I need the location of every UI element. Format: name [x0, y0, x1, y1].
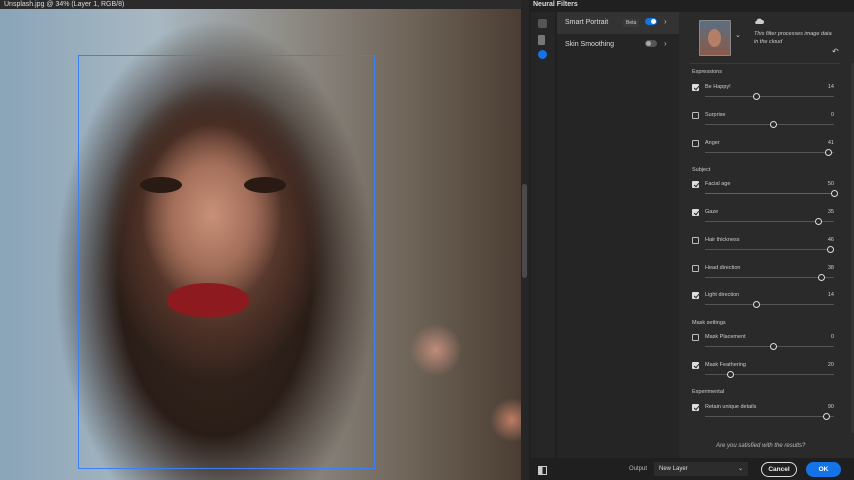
slider-row: Retain unique details 90: [692, 404, 834, 432]
slider-value: 14: [827, 84, 834, 90]
slider-row: Facial age 50: [692, 181, 838, 209]
document-title: Unsplash.jpg @ 34% (Layer 1, RGB/8): [0, 0, 521, 9]
slider-checkbox[interactable]: [692, 362, 699, 369]
chevron-down-icon[interactable]: ⌄: [735, 31, 741, 39]
slider-row: Gaze 35: [692, 209, 834, 237]
slider-track[interactable]: [705, 374, 834, 375]
slider-track[interactable]: [705, 249, 834, 250]
slider-checkbox[interactable]: [692, 84, 699, 91]
satisfaction-prompt[interactable]: Are you satisfied with the results?: [716, 443, 805, 449]
filter-item-skin-smoothing[interactable]: Skin Smoothing ›: [557, 34, 679, 56]
slider-row: Surprise 0: [692, 112, 834, 140]
divider: [690, 63, 840, 64]
slider-checkbox[interactable]: [692, 404, 699, 411]
slider-value: 0: [830, 334, 834, 340]
portrait-thumbnail[interactable]: [699, 20, 731, 56]
image-canvas[interactable]: Unsplash.jpg @ 34% (Layer 1, RGB/8): [0, 0, 521, 480]
slider-value: 46: [827, 237, 834, 243]
face-selection-box[interactable]: [78, 55, 375, 469]
slider-knob[interactable]: [753, 93, 761, 100]
slider-value: 20: [827, 362, 834, 368]
slider-label: Gaze: [705, 209, 719, 215]
filter-label: Smart Portrait: [565, 19, 609, 26]
slider-knob[interactable]: [753, 301, 761, 308]
slider-checkbox[interactable]: [692, 140, 699, 147]
skin-smoothing-toggle[interactable]: [645, 40, 657, 47]
chevron-right-icon[interactable]: ›: [664, 17, 667, 26]
show-original-icon[interactable]: [538, 466, 547, 475]
slider-checkbox[interactable]: [692, 181, 699, 188]
slider-track[interactable]: [705, 277, 834, 278]
slider-track[interactable]: [705, 152, 834, 153]
slider-knob[interactable]: [826, 246, 834, 253]
slider-value: 35: [827, 209, 834, 215]
canvas-scroll-thumb[interactable]: [522, 184, 527, 278]
slider-label: Head direction: [705, 265, 741, 271]
reset-icon[interactable]: ↶: [832, 47, 839, 56]
slider-label: Facial age: [705, 181, 731, 187]
slider-knob[interactable]: [769, 121, 777, 128]
slider-value: 41: [827, 140, 834, 146]
cloud-note: This filter processes image data in the …: [754, 31, 832, 45]
mask-icon[interactable]: [538, 50, 547, 59]
filter-label: Skin Smoothing: [565, 41, 615, 48]
slider-label: Mask Placement: [705, 334, 746, 340]
slider-value: 0: [830, 112, 834, 118]
chevron-down-icon: ⌄: [737, 466, 743, 472]
slider-checkbox[interactable]: [692, 334, 699, 341]
slider-value: 90: [827, 404, 834, 410]
slider-knob[interactable]: [727, 371, 735, 378]
slider-label: Be Happy!: [705, 84, 731, 90]
filter-list: [557, 12, 679, 458]
slider-label: Surprise: [705, 112, 726, 118]
slider-row: Mask Feathering 20: [692, 362, 834, 390]
slider-row: Mask Placement 0: [692, 334, 834, 362]
slider-row: Light direction 14: [692, 292, 834, 320]
slider-track[interactable]: [705, 416, 834, 417]
slider-label: Anger: [705, 140, 720, 146]
slider-row: Hair thickness 46: [692, 237, 834, 265]
slider-knob[interactable]: [769, 343, 777, 350]
slider-value: 38: [827, 265, 834, 271]
output-select[interactable]: New Layer ⌄: [654, 462, 748, 476]
slider-label: Mask Feathering: [705, 362, 746, 368]
slider-knob[interactable]: [825, 149, 833, 156]
slider-row: Head direction 38: [692, 265, 834, 293]
smart-portrait-toggle[interactable]: [645, 18, 657, 25]
slider-checkbox[interactable]: [692, 265, 699, 272]
chevron-right-icon[interactable]: ›: [664, 39, 667, 48]
cancel-button[interactable]: Cancel: [761, 462, 797, 477]
tool-column: [531, 12, 555, 458]
panel-title: Neural Filters: [533, 1, 578, 8]
slider-checkbox[interactable]: [692, 237, 699, 244]
slider-knob[interactable]: [815, 218, 823, 225]
slider-checkbox[interactable]: [692, 209, 699, 216]
slider-label: Hair thickness: [705, 237, 740, 243]
ok-button[interactable]: OK: [806, 462, 841, 477]
slider-knob[interactable]: [822, 413, 830, 420]
section-mask-settings: Mask settings: [692, 320, 726, 326]
cloud-icon: [755, 18, 764, 24]
slider-row: Be Happy! 14: [692, 84, 834, 112]
slider-value: 14: [827, 292, 834, 298]
slider-label: Light direction: [705, 292, 740, 298]
brush-icon[interactable]: [538, 35, 545, 45]
beta-badge: Beta: [623, 19, 640, 27]
slider-track[interactable]: [705, 96, 834, 97]
slider-knob[interactable]: [830, 190, 838, 197]
filter-item-smart-portrait[interactable]: Smart Portrait Beta ›: [557, 12, 679, 34]
slider-label: Retain unique details: [705, 404, 757, 410]
slider-track[interactable]: [705, 304, 834, 305]
output-label: Output: [629, 466, 648, 472]
slider-checkbox[interactable]: [692, 112, 699, 119]
slider-knob[interactable]: [817, 274, 825, 281]
slider-value: 50: [827, 181, 834, 187]
output-value: New Layer: [659, 466, 688, 472]
section-expressions: Expressions: [692, 69, 722, 75]
slider-row: Anger 41: [692, 140, 834, 168]
slider-track[interactable]: [705, 193, 834, 194]
filters-list-icon[interactable]: [538, 19, 547, 28]
slider-checkbox[interactable]: [692, 292, 699, 299]
